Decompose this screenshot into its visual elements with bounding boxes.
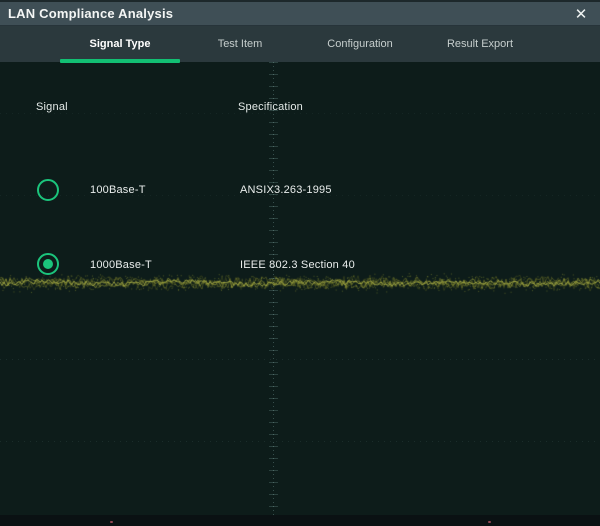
specification-label-1000base-t: IEEE 802.3 Section 40 xyxy=(240,259,355,271)
graticule-hline xyxy=(0,441,600,442)
specification-label-100base-t: ANSIX3.263-1995 xyxy=(240,184,332,196)
tab-result-export[interactable]: Result Export xyxy=(420,26,540,62)
tab-signal-type[interactable]: Signal Type xyxy=(60,26,180,62)
active-tab-indicator xyxy=(60,59,180,63)
close-button[interactable]: ✕ xyxy=(562,2,600,26)
signal-label-1000base-t: 1000Base-T xyxy=(90,259,152,271)
bottom-marker xyxy=(488,521,491,523)
bottom-bar xyxy=(0,515,600,526)
radio-dot xyxy=(43,259,53,269)
radio-100base-t[interactable] xyxy=(37,179,59,201)
radio-1000base-t[interactable] xyxy=(37,253,59,275)
tab-configuration[interactable]: Configuration xyxy=(300,26,420,62)
close-icon: ✕ xyxy=(575,7,588,22)
dialog-titlebar: LAN Compliance Analysis ✕ xyxy=(0,0,600,26)
bottom-marker xyxy=(110,521,113,523)
column-header-specification: Specification xyxy=(238,101,303,113)
tab-test-item[interactable]: Test Item xyxy=(180,26,300,62)
signal-label-100base-t: 100Base-T xyxy=(90,184,146,196)
oscilloscope-screen: LAN Compliance Analysis ✕ Signal Type Te… xyxy=(0,0,600,526)
dialog-title: LAN Compliance Analysis xyxy=(8,2,173,25)
graticule-hline xyxy=(0,359,600,360)
graticule-center-ticks xyxy=(269,62,278,515)
dialog-tabbar: Signal Type Test Item Configuration Resu… xyxy=(0,26,600,62)
column-header-signal: Signal xyxy=(36,101,68,113)
graticule-hline xyxy=(0,113,600,114)
